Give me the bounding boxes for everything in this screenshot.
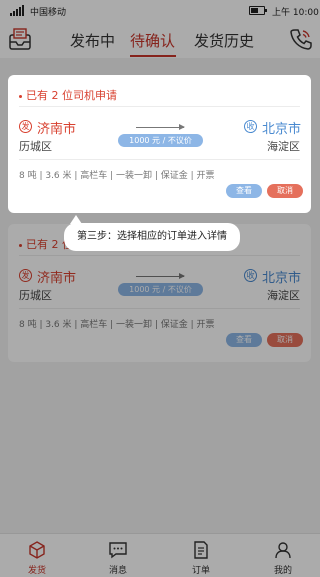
top-header: 发布中 待确认 发货历史	[0, 22, 320, 58]
divider	[19, 106, 300, 107]
tab-pending-confirm[interactable]: 待确认	[130, 30, 175, 51]
destination-icon: 收	[244, 269, 257, 282]
nav-item-ship[interactable]: 发货	[7, 534, 67, 577]
order-card-highlighted[interactable]: 已有 2 位司机申请 发 济南市 历城区 1000 元 / 不议价 收 北京市 …	[8, 75, 311, 213]
destination-icon: 收	[244, 120, 257, 133]
status-bar: 中国移动 上午 10:00	[0, 0, 320, 22]
origin-city: 济南市	[37, 271, 77, 286]
origin-district: 历城区	[19, 289, 52, 302]
nav-label-orders: 订单	[191, 566, 210, 576]
nav-item-messages[interactable]: 消息	[88, 534, 148, 577]
nav-label-ship: 发货	[27, 566, 46, 576]
message-icon	[109, 542, 127, 559]
nav-label-profile: 我的	[273, 566, 292, 576]
price-tag: 1000 元 / 不议价	[118, 283, 203, 296]
bottom-navigation: 发货 消息 订单 我的	[0, 533, 320, 577]
tab-shipping-history[interactable]: 发货历史	[194, 30, 254, 51]
divider	[19, 255, 300, 256]
arrow-right-icon	[136, 273, 185, 279]
nav-item-orders[interactable]: 订单	[171, 534, 231, 577]
user-icon	[275, 542, 291, 559]
applicant-badge: 已有 2 位司机申请	[19, 87, 117, 103]
view-button[interactable]: 查看	[226, 333, 262, 347]
carrier-name: 中国移动	[30, 8, 67, 18]
cargo-specs: 8 吨 | 3.6 米 | 高栏车 | 一装一卸 | 保证金 | 开票	[19, 171, 215, 181]
inbox-icon[interactable]	[7, 26, 33, 52]
applicant-count-text: 已有 2 位司机申请	[26, 89, 117, 102]
battery-icon	[249, 6, 267, 15]
nav-item-profile[interactable]: 我的	[253, 534, 313, 577]
cancel-button[interactable]: 取消	[267, 333, 303, 347]
origin-city: 济南市	[37, 122, 77, 137]
tab-publishing[interactable]: 发布中	[70, 30, 115, 51]
active-tab-indicator	[130, 55, 176, 57]
destination-district: 海淀区	[267, 289, 300, 302]
origin-icon: 发	[19, 269, 32, 282]
guide-tooltip: 第三步：选择相应的订单进入详情	[64, 215, 240, 251]
package-icon	[29, 541, 45, 559]
nav-label-messages: 消息	[108, 566, 127, 576]
destination-district: 海淀区	[267, 140, 300, 153]
cargo-specs: 8 吨 | 3.6 米 | 高栏车 | 一装一卸 | 保证金 | 开票	[19, 320, 215, 330]
origin-district: 历城区	[19, 140, 52, 153]
view-button[interactable]: 查看	[226, 184, 262, 198]
status-time: 上午 10:00	[272, 8, 319, 18]
destination-city: 北京市	[262, 122, 302, 137]
price-tag: 1000 元 / 不议价	[118, 134, 203, 147]
cancel-button[interactable]: 取消	[267, 184, 303, 198]
divider	[19, 308, 300, 309]
destination-city: 北京市	[262, 271, 302, 286]
phone-icon[interactable]	[288, 26, 314, 52]
signal-icon	[10, 5, 24, 16]
origin-icon: 发	[19, 120, 32, 133]
document-icon	[194, 541, 208, 559]
arrow-right-icon	[136, 124, 185, 130]
divider	[19, 159, 300, 160]
